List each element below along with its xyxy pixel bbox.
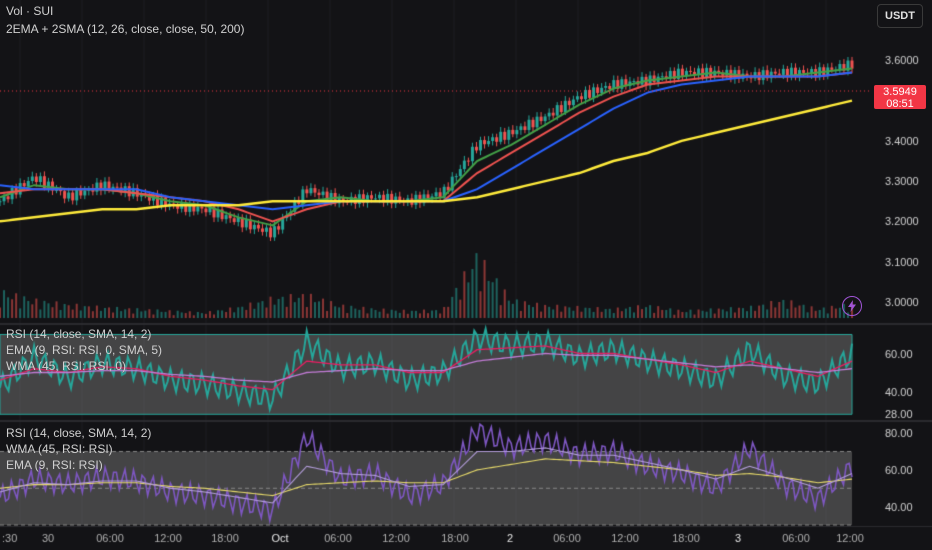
rsi2-legend-ema: EMA (9, RSI: RSI) bbox=[6, 458, 103, 472]
rsi2-legend-wma: WMA (45, RSI: RSI) bbox=[6, 442, 113, 456]
volume-legend: Vol · SUI bbox=[6, 4, 54, 18]
price-chart-canvas[interactable] bbox=[0, 0, 932, 550]
ma-legend: 2EMA + 2SMA (12, 26, close, close, 50, 2… bbox=[6, 22, 245, 36]
last-price-tag: 3.5949 08:51 bbox=[874, 85, 926, 110]
candle-countdown: 08:51 bbox=[886, 98, 914, 110]
rsi1-legend-wma: WMA (45, RSI: RSI, 0) bbox=[6, 359, 127, 373]
rsi1-legend-ema: EMA (9, RSI: RSI, 0, SMA, 5) bbox=[6, 343, 163, 357]
quote-currency-button[interactable]: USDT bbox=[877, 4, 923, 28]
last-price: 3.5949 bbox=[883, 86, 917, 98]
rsi2-legend-rsi: RSI (14, close, SMA, 14, 2) bbox=[6, 426, 152, 440]
rsi1-legend-rsi: RSI (14, close, SMA, 14, 2) bbox=[6, 327, 152, 341]
lightning-icon[interactable] bbox=[842, 296, 862, 316]
